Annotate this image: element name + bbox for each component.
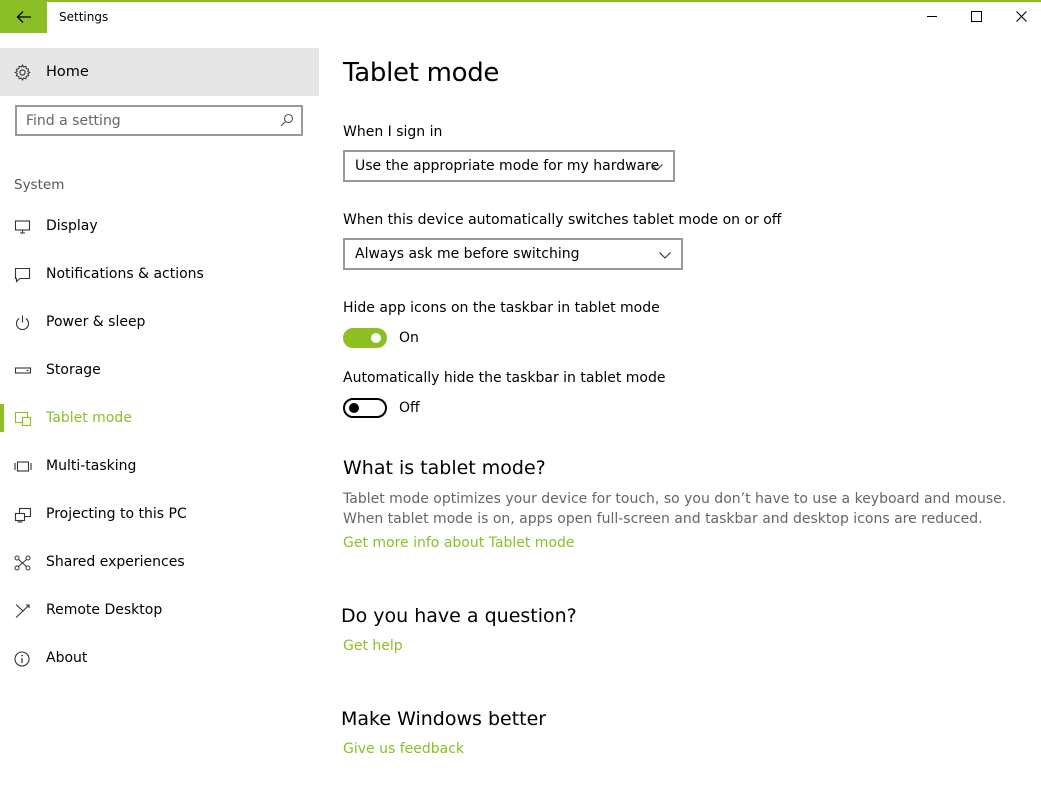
maximize-icon	[970, 11, 982, 22]
hide-icons-label: Hide app icons on the taskbar in tablet …	[343, 300, 660, 316]
sidebar-item-label: Remote Desktop	[46, 602, 163, 618]
get-help-link[interactable]: Get help	[343, 638, 403, 654]
question-heading: Do you have a question?	[341, 605, 577, 627]
multitasking-icon	[14, 459, 32, 475]
what-is-description: Tablet mode optimizes your device for to…	[343, 491, 1007, 527]
auto-switch-selected: Always ask me before switching	[355, 246, 580, 262]
sidebar-item-multitasking[interactable]: Multi-tasking	[0, 442, 319, 490]
sign-in-dropdown[interactable]: Use the appropriate mode for my hardware	[343, 150, 675, 182]
shared-experiences-icon	[14, 555, 32, 571]
search-input[interactable]	[26, 111, 276, 131]
sidebar-home-label: Home	[46, 64, 89, 80]
what-is-heading: What is tablet mode?	[343, 457, 546, 479]
back-button[interactable]	[0, 0, 47, 33]
toggle-knob	[349, 403, 359, 413]
projecting-icon	[14, 507, 32, 523]
close-button[interactable]	[998, 0, 1041, 33]
sidebar-item-about[interactable]: About	[0, 634, 319, 682]
search-box[interactable]	[15, 105, 303, 136]
page-title: Tablet mode	[343, 58, 500, 88]
sidebar-section-label: System	[14, 177, 65, 193]
sidebar-item-storage[interactable]: Storage	[0, 346, 319, 394]
toggle-knob	[371, 333, 381, 343]
maximize-button[interactable]	[953, 0, 999, 33]
sidebar-item-label: Multi-tasking	[46, 458, 137, 474]
sidebar-item-label: Display	[46, 218, 98, 234]
hide-icons-state: On	[399, 330, 419, 346]
power-icon	[14, 315, 32, 331]
monitor-icon	[14, 219, 32, 235]
auto-switch-label: When this device automatically switches …	[343, 212, 782, 228]
search-icon[interactable]	[280, 113, 294, 127]
sidebar-item-remote-desktop[interactable]: Remote Desktop	[0, 586, 319, 634]
sign-in-label: When I sign in	[343, 124, 443, 140]
sidebar-item-label: About	[46, 650, 88, 666]
sidebar-item-label: Tablet mode	[46, 410, 132, 426]
auto-hide-taskbar-toggle[interactable]	[343, 398, 387, 418]
chevron-down-icon	[658, 248, 672, 262]
info-icon	[14, 651, 32, 667]
chevron-down-icon	[650, 160, 664, 174]
close-icon	[1015, 11, 1027, 22]
sidebar-home[interactable]: Home	[0, 48, 319, 96]
sidebar-item-label: Notifications & actions	[46, 266, 204, 282]
remote-desktop-icon	[14, 603, 32, 619]
minimize-button[interactable]	[909, 0, 955, 33]
main-content: Tablet mode When I sign in Use the appro…	[319, 48, 1041, 800]
sidebar-item-power[interactable]: Power & sleep	[0, 298, 319, 346]
tablet-mode-icon	[14, 411, 32, 427]
auto-switch-dropdown[interactable]: Always ask me before switching	[343, 238, 683, 270]
minimize-icon	[926, 16, 937, 17]
sidebar-item-display[interactable]: Display	[0, 202, 319, 250]
sidebar: Home System Display Notifications & acti…	[0, 48, 319, 800]
auto-hide-taskbar-state: Off	[399, 400, 420, 416]
sidebar-item-shared-experiences[interactable]: Shared experiences	[0, 538, 319, 586]
gear-icon	[14, 64, 31, 81]
message-icon	[14, 267, 32, 283]
auto-hide-taskbar-label: Automatically hide the taskbar in tablet…	[343, 370, 666, 386]
window-accent-line	[0, 0, 1041, 2]
sidebar-item-tablet-mode[interactable]: Tablet mode	[0, 394, 319, 442]
sidebar-item-label: Projecting to this PC	[46, 506, 187, 522]
give-feedback-link[interactable]: Give us feedback	[343, 741, 464, 757]
sign-in-selected: Use the appropriate mode for my hardware	[355, 158, 660, 174]
sidebar-item-label: Storage	[46, 362, 101, 378]
sidebar-item-label: Shared experiences	[46, 554, 185, 570]
sidebar-item-notifications[interactable]: Notifications & actions	[0, 250, 319, 298]
hide-icons-toggle[interactable]	[343, 328, 387, 348]
storage-icon	[14, 363, 32, 379]
sidebar-item-projecting[interactable]: Projecting to this PC	[0, 490, 319, 538]
active-indicator	[0, 404, 4, 432]
window-title: Settings	[59, 10, 109, 24]
more-info-link[interactable]: Get more info about Tablet mode	[343, 535, 575, 551]
back-arrow-icon	[16, 10, 31, 23]
feedback-heading: Make Windows better	[341, 708, 547, 730]
sidebar-item-label: Power & sleep	[46, 314, 146, 330]
